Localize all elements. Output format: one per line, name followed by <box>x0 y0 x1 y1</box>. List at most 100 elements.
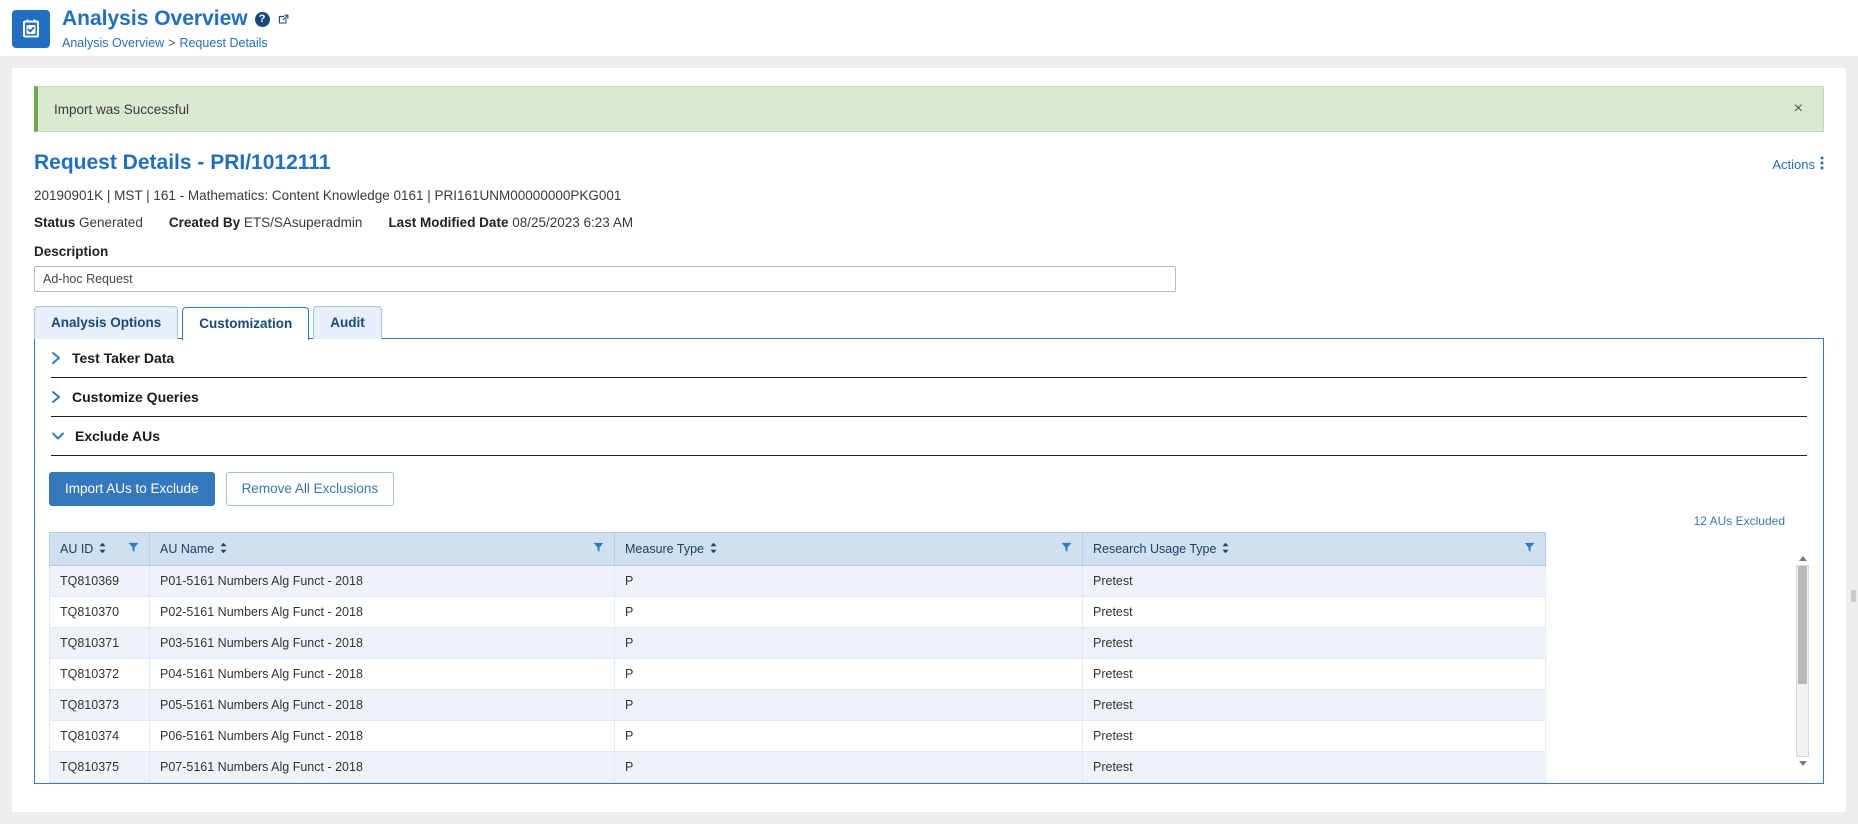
sort-icon[interactable] <box>709 542 718 556</box>
accordion-header-customize-queries[interactable]: Customize Queries <box>49 378 1809 416</box>
cell-au-name: P07-5161 Numbers Alg Funct - 2018 <box>149 751 615 783</box>
column-label: Measure Type <box>625 542 704 556</box>
column-header-measure-type[interactable]: Measure Type <box>614 532 1083 566</box>
column-label: Research Usage Type <box>1093 542 1217 556</box>
help-icon[interactable]: ? <box>254 11 270 27</box>
scroll-down-arrow-icon[interactable] <box>1799 761 1807 766</box>
exclude-aus-toolbar: Import AUs to Exclude Remove All Exclusi… <box>49 472 1809 506</box>
cell-research-usage-type: Pretest <box>1082 720 1546 752</box>
status-field: Status Generated <box>34 215 143 230</box>
column-label: AU ID <box>60 542 94 556</box>
cell-au-name: P01-5161 Numbers Alg Funct - 2018 <box>149 565 615 597</box>
table-row[interactable]: TQ810371 P03-5161 Numbers Alg Funct - 20… <box>49 627 1546 659</box>
sort-icon[interactable] <box>1221 542 1230 556</box>
description-input[interactable] <box>34 266 1176 292</box>
exclude-aus-table-wrap: AU ID AU Name Measure Type Research Usag… <box>49 532 1809 783</box>
scrollbar-thumb[interactable] <box>1798 566 1807 684</box>
scroll-up-arrow-icon[interactable] <box>1799 556 1807 561</box>
status-value: Generated <box>79 215 143 230</box>
filter-icon[interactable] <box>1061 542 1072 556</box>
external-link-icon[interactable] <box>277 13 290 26</box>
column-header-au-name[interactable]: AU Name <box>149 532 615 566</box>
remove-all-exclusions-button[interactable]: Remove All Exclusions <box>225 472 395 506</box>
filter-icon[interactable] <box>1524 542 1535 556</box>
breadcrumb-current[interactable]: Request Details <box>179 36 267 50</box>
table-header-row: AU ID AU Name Measure Type Research Usag… <box>49 532 1546 566</box>
cell-measure-type: P <box>614 565 1083 597</box>
breadcrumb: Analysis Overview > Request Details <box>62 36 290 50</box>
exclude-aus-content: Import AUs to Exclude Remove All Exclusi… <box>35 456 1823 783</box>
cell-measure-type: P <box>614 658 1083 690</box>
sort-icon[interactable] <box>98 542 107 556</box>
table-row[interactable]: TQ810370 P02-5161 Numbers Alg Funct - 20… <box>49 596 1546 628</box>
table-row[interactable]: TQ810372 P04-5161 Numbers Alg Funct - 20… <box>49 658 1546 690</box>
customization-panel: Test Taker Data Customize Queries Exclud… <box>34 338 1824 784</box>
import-aus-to-exclude-button[interactable]: Import AUs to Exclude <box>49 472 215 506</box>
cell-measure-type: P <box>614 751 1083 783</box>
created-by-field: Created By ETS/SAsuperadmin <box>169 215 363 230</box>
cell-measure-type: P <box>614 720 1083 752</box>
breadcrumb-separator: > <box>168 36 176 50</box>
cell-measure-type: P <box>614 596 1083 628</box>
cell-research-usage-type: Pretest <box>1082 751 1546 783</box>
table-row[interactable]: TQ810374 P06-5161 Numbers Alg Funct - 20… <box>49 720 1546 752</box>
request-status-line: Status Generated Created By ETS/SAsuperad… <box>34 215 1824 230</box>
accordion-test-taker-data: Test Taker Data <box>35 339 1823 378</box>
accordion-label: Customize Queries <box>72 389 199 405</box>
app-header: Analysis Overview ? Analysis Overview > Re… <box>0 0 1858 56</box>
accordion-header-test-taker-data[interactable]: Test Taker Data <box>49 339 1809 377</box>
cell-au-name: P03-5161 Numbers Alg Funct - 2018 <box>149 627 615 659</box>
cell-au-id: TQ810372 <box>49 658 150 690</box>
accordion-header-exclude-aus[interactable]: Exclude AUs <box>49 417 1809 455</box>
filter-icon[interactable] <box>128 542 139 556</box>
close-icon[interactable]: × <box>1790 101 1807 117</box>
page-body: Import was Successful × Request Details … <box>0 56 1858 824</box>
table-row[interactable]: TQ810369 P01-5161 Numbers Alg Funct - 20… <box>49 565 1546 597</box>
breadcrumb-root[interactable]: Analysis Overview <box>62 36 164 50</box>
accordion-exclude-aus: Exclude AUs <box>35 417 1823 456</box>
cell-research-usage-type: Pretest <box>1082 658 1546 690</box>
tab-analysis-options[interactable]: Analysis Options <box>34 306 179 339</box>
page-scroll-indicator <box>1851 590 1856 602</box>
chevron-right-icon <box>51 390 62 404</box>
table-row[interactable]: TQ810373 P05-5161 Numbers Alg Funct - 20… <box>49 689 1546 721</box>
cell-au-id: TQ810369 <box>49 565 150 597</box>
cell-au-name: P06-5161 Numbers Alg Funct - 2018 <box>149 720 615 752</box>
cell-au-id: TQ810375 <box>49 751 150 783</box>
cell-research-usage-type: Pretest <box>1082 596 1546 628</box>
table-row[interactable]: TQ810375 P07-5161 Numbers Alg Funct - 20… <box>49 751 1546 783</box>
page-title: Analysis Overview ? <box>62 8 290 30</box>
column-header-au-id[interactable]: AU ID <box>49 532 150 566</box>
success-alert: Import was Successful × <box>34 86 1824 132</box>
sort-icon[interactable] <box>219 542 228 556</box>
accordion-label: Exclude AUs <box>75 428 161 444</box>
title-block: Analysis Overview ? Analysis Overview > Re… <box>62 8 290 50</box>
cell-au-id: TQ810373 <box>49 689 150 721</box>
cell-au-name: P02-5161 Numbers Alg Funct - 2018 <box>149 596 615 628</box>
column-header-research-usage-type[interactable]: Research Usage Type <box>1082 532 1546 566</box>
table-vertical-scrollbar[interactable] <box>1796 556 1809 766</box>
excluded-count-label: 12 AUs Excluded <box>1693 514 1785 528</box>
cell-research-usage-type: Pretest <box>1082 627 1546 659</box>
request-meta: 20190901K | MST | 161 - Mathematics: Con… <box>34 188 622 203</box>
app-page: Analysis Overview ? Analysis Overview > Re… <box>0 0 1858 824</box>
page-title-text: Analysis Overview <box>62 7 248 30</box>
column-label: AU Name <box>160 542 215 556</box>
tab-customization[interactable]: Customization <box>182 307 310 340</box>
content-panel: Import was Successful × Request Details … <box>12 68 1846 812</box>
tab-bar: Analysis Options Customization Audit <box>34 306 1824 340</box>
request-header-row: Request Details - PRI/1012111 Actions <box>34 150 1824 176</box>
accordion-label: Test Taker Data <box>72 350 175 366</box>
actions-label: Actions <box>1772 157 1815 172</box>
cell-au-name: P05-5161 Numbers Alg Funct - 2018 <box>149 689 615 721</box>
exclude-aus-table: AU ID AU Name Measure Type Research Usag… <box>49 532 1546 783</box>
cell-au-id: TQ810374 <box>49 720 150 752</box>
chevron-right-icon <box>51 351 62 365</box>
description-label: Description <box>34 244 109 259</box>
clipboard-check-icon <box>12 10 50 48</box>
cell-au-id: TQ810371 <box>49 627 150 659</box>
tab-audit[interactable]: Audit <box>313 306 382 339</box>
actions-menu-button[interactable]: Actions <box>1772 156 1824 173</box>
filter-icon[interactable] <box>593 542 604 556</box>
status-label: Status <box>34 215 76 230</box>
